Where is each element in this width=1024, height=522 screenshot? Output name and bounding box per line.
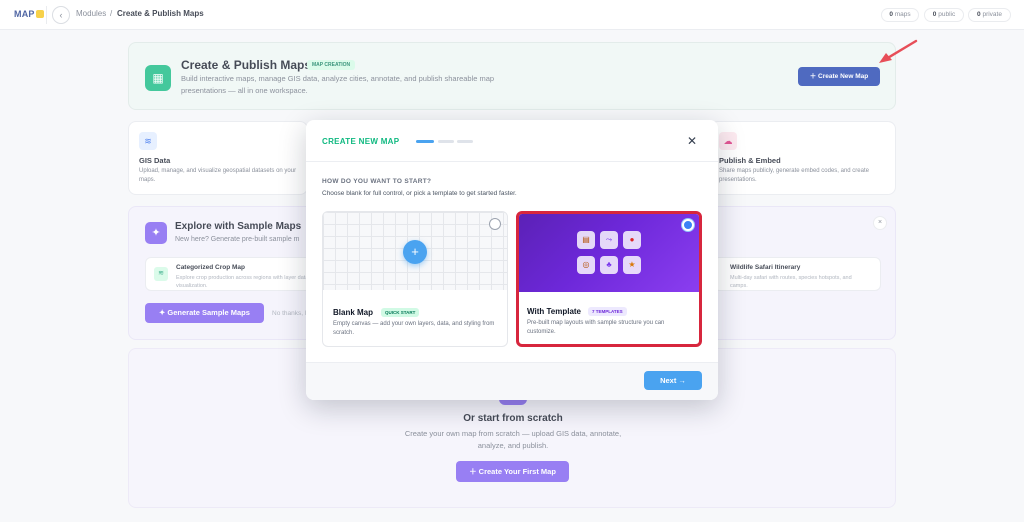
blank-map-option[interactable]: + Blank Map QUICK START Empty canvas — a… <box>322 211 508 347</box>
step-indicator <box>457 140 473 143</box>
with-template-radio-selected[interactable] <box>682 219 694 231</box>
option-title: Blank Map <box>333 308 374 317</box>
quick-start-badge: QUICK START <box>381 308 420 317</box>
pin-icon: ● <box>623 231 641 249</box>
modal-footer: Next → <box>306 362 718 400</box>
create-new-map-modal: CREATE NEW MAP ✕ HOW DO YOU WANT TO STAR… <box>306 120 718 400</box>
close-icon[interactable]: ✕ <box>684 133 700 149</box>
star-icon: ★ <box>623 256 641 274</box>
step-indicator <box>438 140 454 143</box>
start-question-label: HOW DO YOU WANT TO START? <box>322 178 432 185</box>
template-preview: ▤ ⤳ ● ◎ ♣ ★ <box>519 214 699 292</box>
start-question-hint: Choose blank for full control, or pick a… <box>322 190 517 197</box>
templates-count-badge: 7 TEMPLATES <box>588 307 627 316</box>
option-title: With Template <box>527 307 582 316</box>
modal-title: CREATE NEW MAP <box>322 137 400 146</box>
clipboard-icon: ▤ <box>577 231 595 249</box>
plus-icon: + <box>403 240 427 264</box>
compass-icon: ◎ <box>577 256 595 274</box>
option-description: Empty canvas — add your own layers, data… <box>333 321 495 336</box>
users-icon: ♣ <box>600 256 618 274</box>
option-description: Pre-built map layouts with sample struct… <box>527 320 665 335</box>
next-button[interactable]: Next → <box>644 371 702 390</box>
step-indicator-active <box>416 140 434 143</box>
route-icon: ⤳ <box>600 231 618 249</box>
with-template-option[interactable]: ▤ ⤳ ● ◎ ♣ ★ With Template 7 TEMPLATES Pr… <box>516 211 702 347</box>
blank-map-radio[interactable] <box>489 218 501 230</box>
modal-header: CREATE NEW MAP ✕ <box>306 120 718 162</box>
